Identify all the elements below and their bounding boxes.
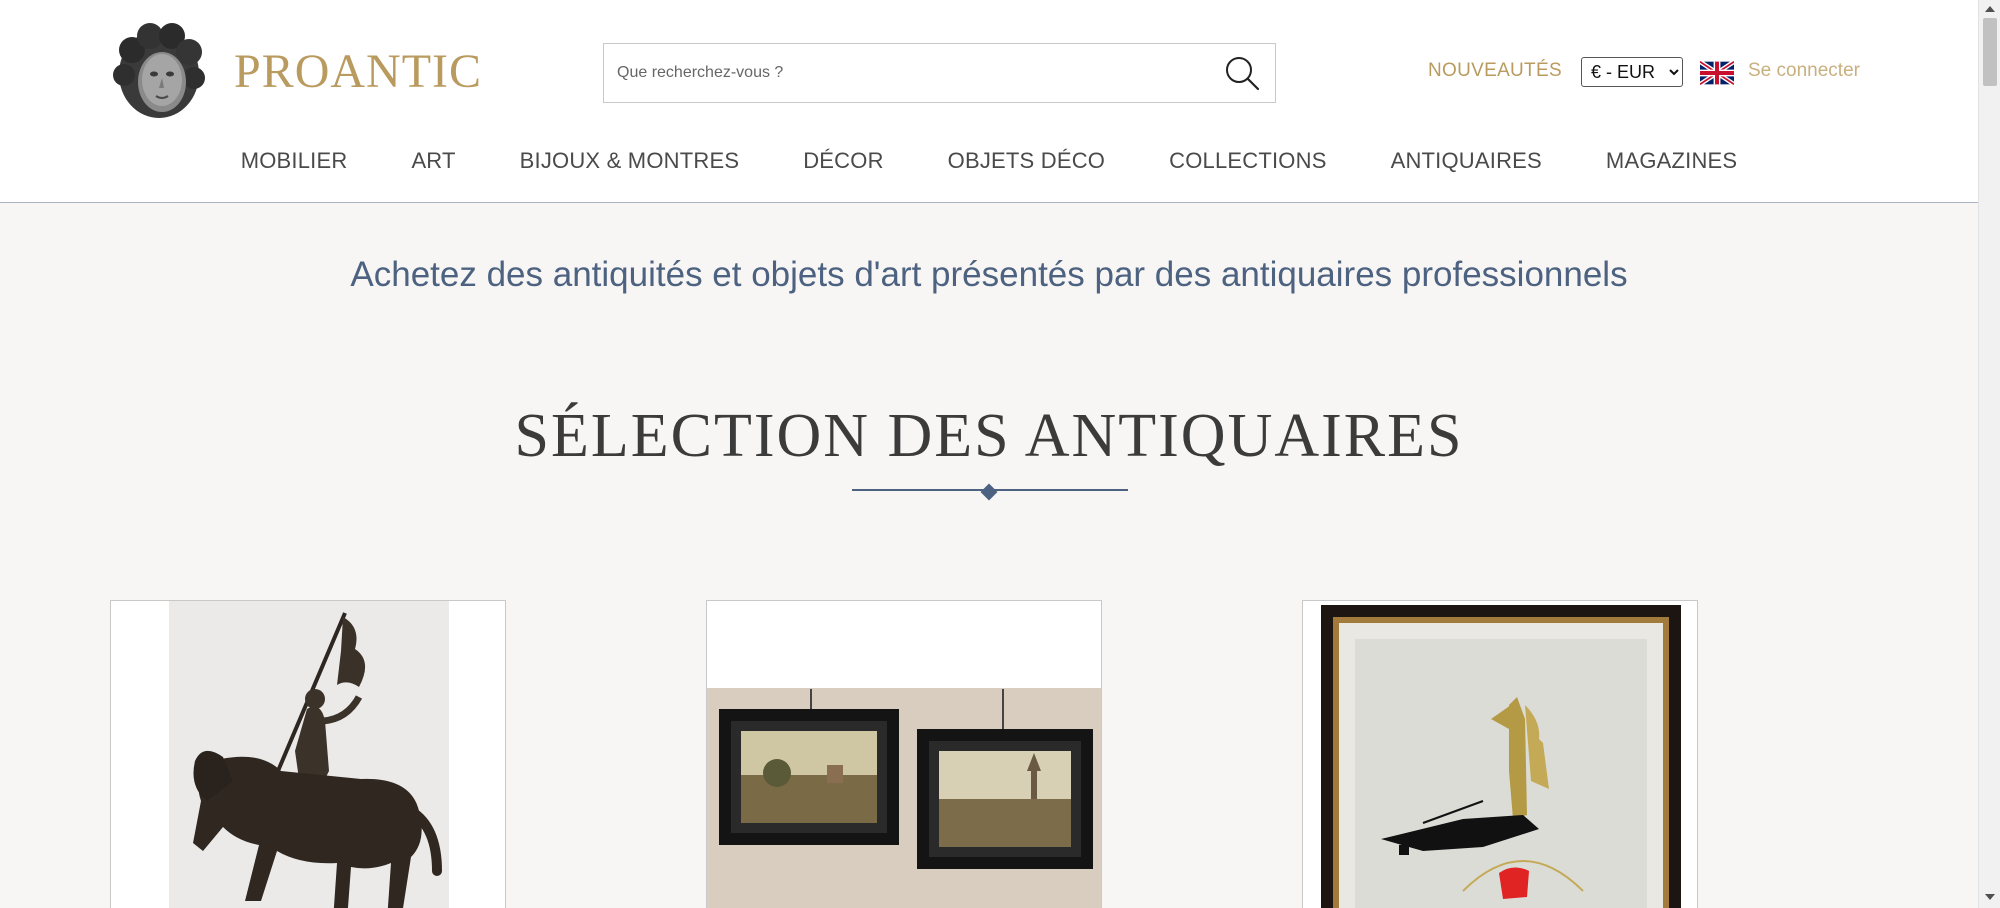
nav-item-magazines[interactable]: MAGAZINES [1574,148,1769,174]
tagline: Achetez des antiquités et objets d'art p… [350,255,1628,294]
nav-item-objets-deco[interactable]: OBJETS DÉCO [916,148,1137,174]
nav-item-bijoux-montres[interactable]: BIJOUX & MONTRES [488,148,772,174]
scroll-thumb[interactable] [1983,18,1997,86]
new-arrivals-link[interactable]: NOUVEAUTÉS [1428,60,1562,82]
product-card[interactable] [1302,600,1698,908]
framed-abstract-artwork-image [1303,601,1697,908]
logo[interactable]: PROANTIC [110,20,482,122]
framed-paintings-image [707,601,1101,908]
site-header: PROANTIC NOUVEAUTÉS € - EUR Se connecter… [0,0,1978,203]
product-card[interactable] [110,600,506,908]
nav-item-art[interactable]: ART [379,148,487,174]
nav-item-collections[interactable]: COLLECTIONS [1137,148,1358,174]
nav-item-antiquaires[interactable]: ANTIQUAIRES [1359,148,1574,174]
main-nav: MOBILIER ART BIJOUX & MONTRES DÉCOR OBJE… [0,148,1978,174]
scroll-down-arrow-icon[interactable] [1985,894,1995,900]
uk-flag-icon[interactable] [1700,60,1734,86]
brand-name: PROANTIC [234,44,483,98]
search-icon[interactable] [1223,54,1261,92]
search-box [603,43,1276,103]
scroll-up-arrow-icon[interactable] [1985,6,1995,12]
nav-item-mobilier[interactable]: MOBILIER [209,148,380,174]
nav-item-decor[interactable]: DÉCOR [771,148,915,174]
currency-select[interactable]: € - EUR [1581,57,1683,87]
product-card[interactable] [706,600,1102,908]
cherub-head-logo-icon [113,23,205,118]
vertical-scrollbar[interactable] [1978,0,2000,908]
search-input[interactable] [604,44,1204,102]
title-divider-ornament [980,483,998,501]
bronze-equestrian-statue-image [111,601,505,908]
section-title: SÉLECTION DES ANTIQUAIRES [514,402,1464,470]
login-link[interactable]: Se connecter [1748,60,1860,82]
